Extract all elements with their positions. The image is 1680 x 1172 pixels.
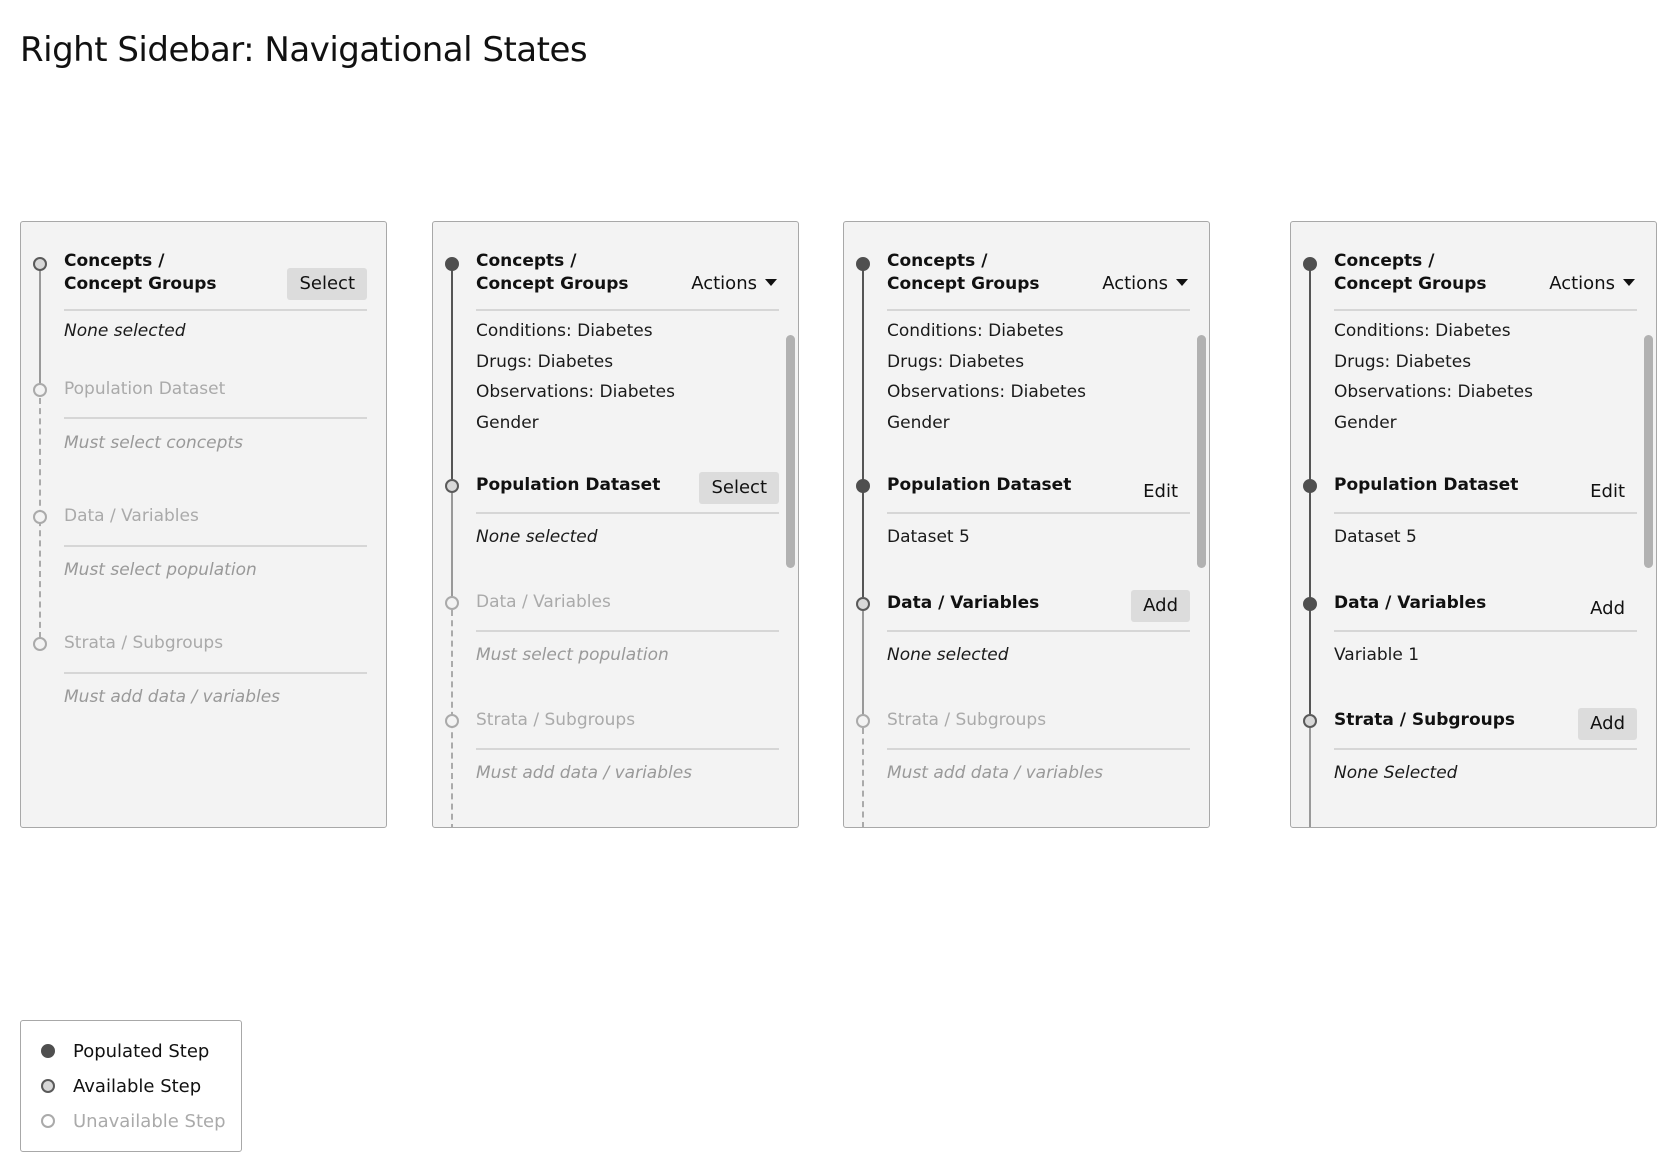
- populated-step-icon: [856, 479, 870, 493]
- step-content-strata: Must add data / variables: [476, 763, 693, 783]
- step-content-concepts: Conditions: Diabetes Drugs: Diabetes Obser…: [887, 321, 1086, 433]
- step-title-population: Population Dataset: [1334, 475, 1519, 495]
- sidebar-panel-state-1: Concepts / Concept Groups Select None sel…: [20, 221, 387, 828]
- step-content-concepts: Conditions: Diabetes Drugs: Diabetes Obser…: [1334, 321, 1533, 433]
- step-title-concepts: Concepts / Concept Groups: [1334, 251, 1487, 294]
- actions-dropdown[interactable]: Actions: [1549, 272, 1635, 296]
- step-title-data-variables: Data / Variables: [476, 592, 611, 612]
- divider: [887, 512, 1190, 514]
- edit-population-link[interactable]: Edit: [1590, 480, 1625, 504]
- divider: [887, 630, 1190, 632]
- sidebar-panel-state-3: Concepts / Concept Groups Actions Conditi…: [843, 221, 1210, 828]
- step-content-strata: None Selected: [1334, 763, 1458, 783]
- divider: [1334, 309, 1637, 311]
- unavailable-step-icon: [856, 714, 870, 728]
- unavailable-step-icon: [445, 596, 459, 610]
- populated-step-icon: [445, 257, 459, 271]
- timeline-connector: [1309, 728, 1311, 827]
- edit-population-link[interactable]: Edit: [1143, 480, 1178, 504]
- step-content-data-variables: None selected: [887, 645, 1009, 665]
- actions-dropdown[interactable]: Actions: [691, 272, 777, 296]
- scrollbar[interactable]: [1644, 335, 1653, 568]
- step-title-strata: Strata / Subgroups: [887, 710, 1047, 730]
- divider: [1334, 748, 1637, 750]
- scrollbar[interactable]: [1197, 335, 1206, 568]
- timeline-connector: [451, 264, 453, 479]
- step-title-concepts: Concepts / Concept Groups: [476, 251, 629, 294]
- available-step-icon: [1303, 714, 1317, 728]
- step-title-population: Population Dataset: [476, 475, 661, 495]
- divider: [64, 309, 367, 311]
- step-content-population: None selected: [476, 527, 598, 547]
- step-title-strata: Strata / Subgroups: [476, 710, 636, 730]
- step-content-data-variables: Variable 1: [1334, 645, 1420, 665]
- step-content-strata: Must add data / variables: [887, 763, 1104, 783]
- unavailable-step-icon: [33, 383, 47, 397]
- step-title-data-variables: Data / Variables: [887, 593, 1040, 613]
- timeline-connector: [451, 493, 453, 603]
- select-concepts-button[interactable]: Select: [287, 268, 367, 300]
- timeline-connector: [39, 264, 41, 390]
- step-content-population: Dataset 5: [887, 527, 970, 547]
- step-title-data-variables: Data / Variables: [64, 506, 199, 526]
- divider: [476, 512, 779, 514]
- divider: [887, 748, 1190, 750]
- available-step-icon: [33, 257, 47, 271]
- legend-item-unavailable: Unavailable Step: [41, 1109, 226, 1133]
- caret-down-icon: [1623, 278, 1635, 286]
- populated-step-icon: [1303, 479, 1317, 493]
- select-population-button[interactable]: Select: [699, 472, 779, 504]
- add-strata-button[interactable]: Add: [1578, 708, 1637, 740]
- unavailable-step-icon: [33, 510, 47, 524]
- legend-item-populated: Populated Step: [41, 1039, 209, 1063]
- step-title-strata: Strata / Subgroups: [1334, 710, 1516, 730]
- legend-item-available: Available Step: [41, 1074, 201, 1098]
- add-variables-button[interactable]: Add: [1131, 590, 1190, 622]
- populated-step-icon: [856, 257, 870, 271]
- step-content-data-variables: Must select population: [476, 645, 669, 665]
- populated-step-icon: [41, 1044, 55, 1058]
- available-step-icon: [856, 597, 870, 611]
- step-title-population: Population Dataset: [64, 379, 226, 399]
- step-content-data-variables: Must select population: [64, 560, 257, 580]
- caret-down-icon: [765, 278, 777, 286]
- divider: [1334, 512, 1637, 514]
- sidebar-panel-state-4: Concepts / Concept Groups Actions Conditi…: [1290, 221, 1657, 828]
- unavailable-step-icon: [445, 714, 459, 728]
- step-content-concepts: None selected: [64, 321, 186, 341]
- step-content-population: Must select concepts: [64, 433, 243, 453]
- caret-down-icon: [1176, 278, 1188, 286]
- populated-step-icon: [1303, 257, 1317, 271]
- step-title-concepts: Concepts / Concept Groups: [64, 251, 217, 294]
- add-variables-link[interactable]: Add: [1590, 597, 1625, 621]
- actions-dropdown[interactable]: Actions: [1102, 272, 1188, 296]
- divider: [887, 309, 1190, 311]
- step-title-strata: Strata / Subgroups: [64, 633, 224, 653]
- populated-step-icon: [1303, 597, 1317, 611]
- available-step-icon: [41, 1079, 55, 1093]
- divider: [1334, 630, 1637, 632]
- unavailable-step-icon: [33, 637, 47, 651]
- sidebar-panel-state-2: Concepts / Concept Groups Actions Conditi…: [432, 221, 799, 828]
- divider: [64, 417, 367, 419]
- timeline-connector: [862, 264, 864, 597]
- step-content-concepts: Conditions: Diabetes Drugs: Diabetes Obser…: [476, 321, 675, 433]
- step-title-population: Population Dataset: [887, 475, 1072, 495]
- timeline-connector: [862, 611, 864, 721]
- scrollbar[interactable]: [786, 335, 795, 568]
- available-step-icon: [445, 479, 459, 493]
- step-content-population: Dataset 5: [1334, 527, 1417, 547]
- timeline-connector-dashed: [862, 728, 864, 827]
- page-title: Right Sidebar: Navigational States: [20, 30, 588, 70]
- step-title-concepts: Concepts / Concept Groups: [887, 251, 1040, 294]
- step-content-strata: Must add data / variables: [64, 687, 281, 707]
- divider: [64, 545, 367, 547]
- divider: [476, 630, 779, 632]
- unavailable-step-icon: [41, 1114, 55, 1128]
- divider: [476, 309, 779, 311]
- legend: Populated Step Available Step Unavailabl…: [20, 1020, 242, 1152]
- step-title-data-variables: Data / Variables: [1334, 593, 1487, 613]
- divider: [64, 672, 367, 674]
- divider: [476, 748, 779, 750]
